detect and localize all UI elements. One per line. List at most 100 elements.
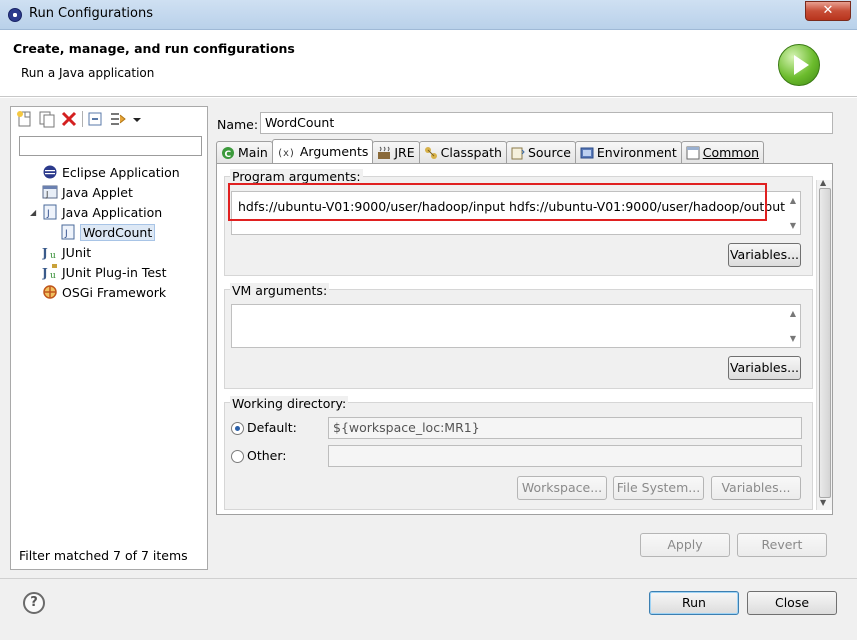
- tab-label: Main: [238, 145, 268, 160]
- svg-text:u: u: [50, 271, 56, 280]
- svg-text:J: J: [42, 246, 48, 260]
- svg-text:J: J: [64, 229, 68, 239]
- environment-tab-icon: [580, 146, 594, 160]
- tree-item-wordcount[interactable]: J WordCount: [60, 223, 156, 241]
- vm-arguments-label: VM arguments:: [230, 283, 330, 298]
- classpath-tab-icon: [424, 146, 438, 160]
- arguments-tab-icon: (x)=: [277, 145, 301, 159]
- program-variables-button[interactable]: Variables...: [728, 243, 801, 267]
- filter-status: Filter matched 7 of 7 items: [19, 548, 188, 563]
- default-radio[interactable]: [231, 422, 244, 435]
- svg-text:u: u: [50, 251, 56, 260]
- tree-item-label: WordCount: [80, 223, 156, 241]
- close-icon: ✕: [822, 3, 834, 18]
- config-toolbar: [16, 110, 149, 128]
- help-icon[interactable]: ?: [23, 592, 45, 614]
- tab-jre[interactable]: JRE: [372, 141, 420, 163]
- junit-icon: Ju: [41, 244, 58, 261]
- tab-label: Environment: [596, 145, 677, 160]
- dialog-header: Create, manage, and run configurations R…: [0, 31, 857, 97]
- scroll-up-icon[interactable]: ▲: [790, 309, 796, 318]
- other-radio[interactable]: [231, 450, 244, 463]
- tree-item-java-applet[interactable]: J Java Applet: [42, 183, 133, 201]
- tree-item-java-application[interactable]: J Java Application: [42, 203, 162, 221]
- svg-text:(x)=: (x)=: [277, 148, 295, 159]
- svg-text:C: C: [225, 150, 232, 160]
- jre-tab-icon: [377, 146, 391, 160]
- java-application-icon: J: [42, 204, 58, 220]
- tab-source[interactable]: Source: [505, 141, 576, 163]
- svg-text:J: J: [46, 209, 50, 219]
- eclipse-icon: [42, 164, 58, 180]
- scroll-down-icon[interactable]: ▼: [790, 334, 796, 343]
- run-banner-icon: [778, 44, 820, 86]
- tree-item-label: Java Applet: [62, 184, 133, 200]
- tab-label: Common: [702, 145, 760, 160]
- window-title: Run Configurations: [29, 6, 153, 21]
- filter-icon[interactable]: [109, 110, 127, 128]
- svg-text:J: J: [42, 266, 48, 280]
- tree-item-junit-plugin-test[interactable]: Ju JUnit Plug-in Test: [41, 263, 167, 281]
- tab-common[interactable]: Common: [680, 141, 765, 163]
- dialog-heading: Create, manage, and run configurations: [13, 41, 295, 56]
- scroll-up-icon[interactable]: ▲: [790, 196, 796, 205]
- scrollbar-thumb[interactable]: [819, 188, 831, 498]
- footer-separator: [0, 578, 857, 579]
- tree-item-junit[interactable]: Ju JUnit: [41, 243, 92, 262]
- common-tab-icon: [686, 146, 700, 160]
- toolbar-separator: [82, 111, 83, 127]
- tree-item-label: JUnit Plug-in Test: [62, 264, 167, 280]
- tree-item-label: JUnit: [62, 244, 92, 260]
- default-radio-label: Default:: [247, 420, 297, 435]
- duplicate-icon[interactable]: [38, 110, 56, 128]
- panel-scrollbar[interactable]: ▲ ▼: [816, 178, 832, 510]
- name-label: Name:: [217, 117, 259, 132]
- other-directory-field[interactable]: [328, 445, 802, 467]
- main-tab-icon: C: [221, 146, 235, 160]
- vm-variables-button[interactable]: Variables...: [728, 356, 801, 380]
- working-directory-label: Working directory:: [230, 396, 349, 411]
- tree-item-osgi-framework[interactable]: OSGi Framework: [42, 283, 166, 301]
- workspace-button[interactable]: Workspace...: [517, 476, 607, 500]
- chevron-down-icon[interactable]: [131, 110, 149, 128]
- expanded-arrow-icon[interactable]: ◢: [30, 208, 36, 217]
- tab-environment[interactable]: Environment: [574, 141, 682, 163]
- program-arguments-label: Program arguments:: [230, 169, 363, 184]
- window-close-button[interactable]: ✕: [805, 1, 851, 21]
- config-tabs: C Main (x)= Arguments JRE Classpath Sour…: [216, 139, 765, 163]
- tab-label: Arguments: [299, 144, 369, 159]
- tree-item-label: OSGi Framework: [62, 284, 167, 300]
- run-button[interactable]: Run: [649, 591, 739, 615]
- apply-button[interactable]: Apply: [640, 533, 730, 557]
- working-dir-variables-button[interactable]: Variables...: [711, 476, 801, 500]
- tab-main[interactable]: C Main: [216, 141, 273, 163]
- source-tab-icon: [511, 146, 525, 160]
- dialog-subtitle: Run a Java application: [21, 66, 155, 80]
- tab-label: Source: [527, 145, 571, 160]
- close-button[interactable]: Close: [747, 591, 837, 615]
- tab-classpath[interactable]: Classpath: [418, 141, 507, 163]
- scroll-down-icon[interactable]: ▼: [790, 221, 796, 230]
- revert-button[interactable]: Revert: [737, 533, 827, 557]
- tab-label: Classpath: [440, 145, 502, 160]
- tree-item-label: Eclipse Application: [62, 164, 180, 180]
- vm-arguments-input[interactable]: ▲ ▼: [231, 304, 801, 348]
- new-configuration-icon[interactable]: [16, 110, 34, 128]
- collapse-all-icon[interactable]: [87, 110, 105, 128]
- title-bar: Run Configurations ✕: [0, 0, 857, 30]
- scroll-down-icon[interactable]: ▼: [820, 498, 826, 507]
- tree-item-label: Java Application: [62, 204, 163, 220]
- java-applet-icon: J: [42, 184, 58, 200]
- junit-plugin-icon: Ju: [41, 264, 58, 281]
- default-directory-field: ${workspace_loc:MR1}: [328, 417, 802, 439]
- osgi-icon: [42, 284, 58, 300]
- other-radio-label: Other:: [247, 448, 287, 463]
- filter-input[interactable]: [19, 136, 202, 156]
- scroll-up-icon[interactable]: ▲: [820, 178, 826, 187]
- file-system-button[interactable]: File System...: [613, 476, 704, 500]
- tab-arguments[interactable]: (x)= Arguments: [271, 139, 374, 163]
- delete-icon[interactable]: [60, 110, 78, 128]
- tab-label: JRE: [394, 145, 415, 160]
- name-field[interactable]: WordCount: [260, 112, 833, 134]
- tree-item-eclipse-application[interactable]: Eclipse Application: [42, 163, 180, 181]
